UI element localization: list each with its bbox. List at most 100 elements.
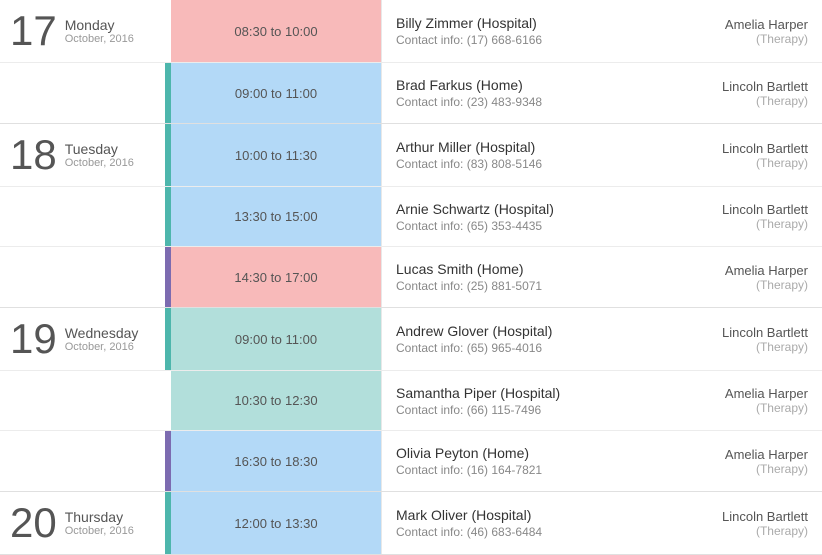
event-client-name: Andrew Glover (Hospital) [396,323,638,339]
assignee-name: Lincoln Bartlett [722,509,808,524]
event-row[interactable]: 19 Wednesday October, 2016 09:00 to 11:0… [0,308,822,371]
assignee-name: Amelia Harper [725,447,808,462]
time-block: 09:00 to 11:00 [171,308,381,370]
day-name-block: Monday October, 2016 [65,17,134,45]
assignee-name: Lincoln Bartlett [722,141,808,156]
event-info: Lucas Smith (Home) Contact info: (25) 88… [381,247,652,307]
event-client-name: Brad Farkus (Home) [396,77,638,93]
event-info: Arnie Schwartz (Hospital) Contact info: … [381,187,652,246]
assignee-name: Amelia Harper [725,386,808,401]
event-row[interactable]: 20 Thursday October, 2016 12:00 to 13:30… [0,492,822,554]
event-row[interactable]: 14:30 to 17:00 Lucas Smith (Home) Contac… [0,247,822,307]
assignee-role: (Therapy) [756,156,808,170]
event-contact: Contact info: (66) 115-7496 [396,403,638,417]
day-month: October, 2016 [65,33,134,45]
event-contact: Contact info: (46) 683-6484 [396,525,638,539]
event-client-name: Arthur Miller (Hospital) [396,139,638,155]
event-assignee: Lincoln Bartlett (Therapy) [652,187,822,246]
time-block: 08:30 to 10:00 [171,0,381,62]
day-name: Thursday [65,509,134,525]
assignee-name: Lincoln Bartlett [722,202,808,217]
day-name-block: Wednesday October, 2016 [65,325,139,353]
day-name: Tuesday [65,141,134,157]
day-name-block: Tuesday October, 2016 [65,141,134,169]
event-assignee: Lincoln Bartlett (Therapy) [652,63,822,123]
day-month: October, 2016 [65,341,139,353]
day-label: 17 Monday October, 2016 [0,0,165,62]
event-assignee: Lincoln Bartlett (Therapy) [652,492,822,554]
event-client-name: Samantha Piper (Hospital) [396,385,638,401]
assignee-role: (Therapy) [756,401,808,415]
event-contact: Contact info: (16) 164-7821 [396,463,638,477]
day-name: Wednesday [65,325,139,341]
day-group: 17 Monday October, 2016 08:30 to 10:00 B… [0,0,822,124]
day-number: 19 [10,318,57,360]
day-number: 20 [10,502,57,544]
day-label: 20 Thursday October, 2016 [0,492,165,554]
assignee-role: (Therapy) [756,32,808,46]
day-label-spacer [0,187,165,246]
day-group: 18 Tuesday October, 2016 10:00 to 11:30 … [0,124,822,308]
time-block: 14:30 to 17:00 [171,247,381,307]
day-month: October, 2016 [65,157,134,169]
day-number: 17 [10,10,57,52]
time-block: 13:30 to 15:00 [171,187,381,246]
time-block: 12:00 to 13:30 [171,492,381,554]
event-contact: Contact info: (65) 965-4016 [396,341,638,355]
event-row[interactable]: 17 Monday October, 2016 08:30 to 10:00 B… [0,0,822,63]
assignee-role: (Therapy) [756,462,808,476]
event-client-name: Billy Zimmer (Hospital) [396,15,638,31]
event-contact: Contact info: (23) 483-9348 [396,95,638,109]
event-row[interactable]: 13:30 to 15:00 Arnie Schwartz (Hospital)… [0,187,822,247]
day-label: 19 Wednesday October, 2016 [0,308,165,370]
event-info: Billy Zimmer (Hospital) Contact info: (1… [381,0,652,62]
event-assignee: Amelia Harper (Therapy) [652,247,822,307]
assignee-role: (Therapy) [756,94,808,108]
time-block: 10:00 to 11:30 [171,124,381,186]
event-row[interactable]: 10:30 to 12:30 Samantha Piper (Hospital)… [0,371,822,431]
day-name: Monday [65,17,134,33]
event-info: Mark Oliver (Hospital) Contact info: (46… [381,492,652,554]
day-group: 19 Wednesday October, 2016 09:00 to 11:0… [0,308,822,492]
event-contact: Contact info: (25) 881-5071 [396,279,638,293]
day-label: 18 Tuesday October, 2016 [0,124,165,186]
event-info: Samantha Piper (Hospital) Contact info: … [381,371,652,430]
assignee-name: Amelia Harper [725,263,808,278]
assignee-role: (Therapy) [756,217,808,231]
assignee-name: Lincoln Bartlett [722,79,808,94]
assignee-role: (Therapy) [756,278,808,292]
event-contact: Contact info: (17) 668-6166 [396,33,638,47]
event-row[interactable]: 18 Tuesday October, 2016 10:00 to 11:30 … [0,124,822,187]
day-label-spacer [0,431,165,491]
time-block: 10:30 to 12:30 [171,371,381,430]
event-client-name: Arnie Schwartz (Hospital) [396,201,638,217]
event-client-name: Mark Oliver (Hospital) [396,507,638,523]
day-name-block: Thursday October, 2016 [65,509,134,537]
event-contact: Contact info: (65) 353-4435 [396,219,638,233]
event-row[interactable]: 16:30 to 18:30 Olivia Peyton (Home) Cont… [0,431,822,491]
event-assignee: Lincoln Bartlett (Therapy) [652,308,822,370]
event-row[interactable]: 09:00 to 11:00 Brad Farkus (Home) Contac… [0,63,822,123]
day-label-spacer [0,247,165,307]
event-info: Arthur Miller (Hospital) Contact info: (… [381,124,652,186]
event-assignee: Amelia Harper (Therapy) [652,0,822,62]
calendar: 17 Monday October, 2016 08:30 to 10:00 B… [0,0,822,555]
assignee-role: (Therapy) [756,340,808,354]
day-month: October, 2016 [65,525,134,537]
assignee-role: (Therapy) [756,524,808,538]
event-contact: Contact info: (83) 808-5146 [396,157,638,171]
day-group: 20 Thursday October, 2016 12:00 to 13:30… [0,492,822,555]
day-label-spacer [0,371,165,430]
assignee-name: Lincoln Bartlett [722,325,808,340]
day-number: 18 [10,134,57,176]
assignee-name: Amelia Harper [725,17,808,32]
time-block: 09:00 to 11:00 [171,63,381,123]
event-info: Brad Farkus (Home) Contact info: (23) 48… [381,63,652,123]
event-assignee: Amelia Harper (Therapy) [652,431,822,491]
event-info: Olivia Peyton (Home) Contact info: (16) … [381,431,652,491]
time-block: 16:30 to 18:30 [171,431,381,491]
event-info: Andrew Glover (Hospital) Contact info: (… [381,308,652,370]
event-assignee: Lincoln Bartlett (Therapy) [652,124,822,186]
event-client-name: Olivia Peyton (Home) [396,445,638,461]
day-label-spacer [0,63,165,123]
